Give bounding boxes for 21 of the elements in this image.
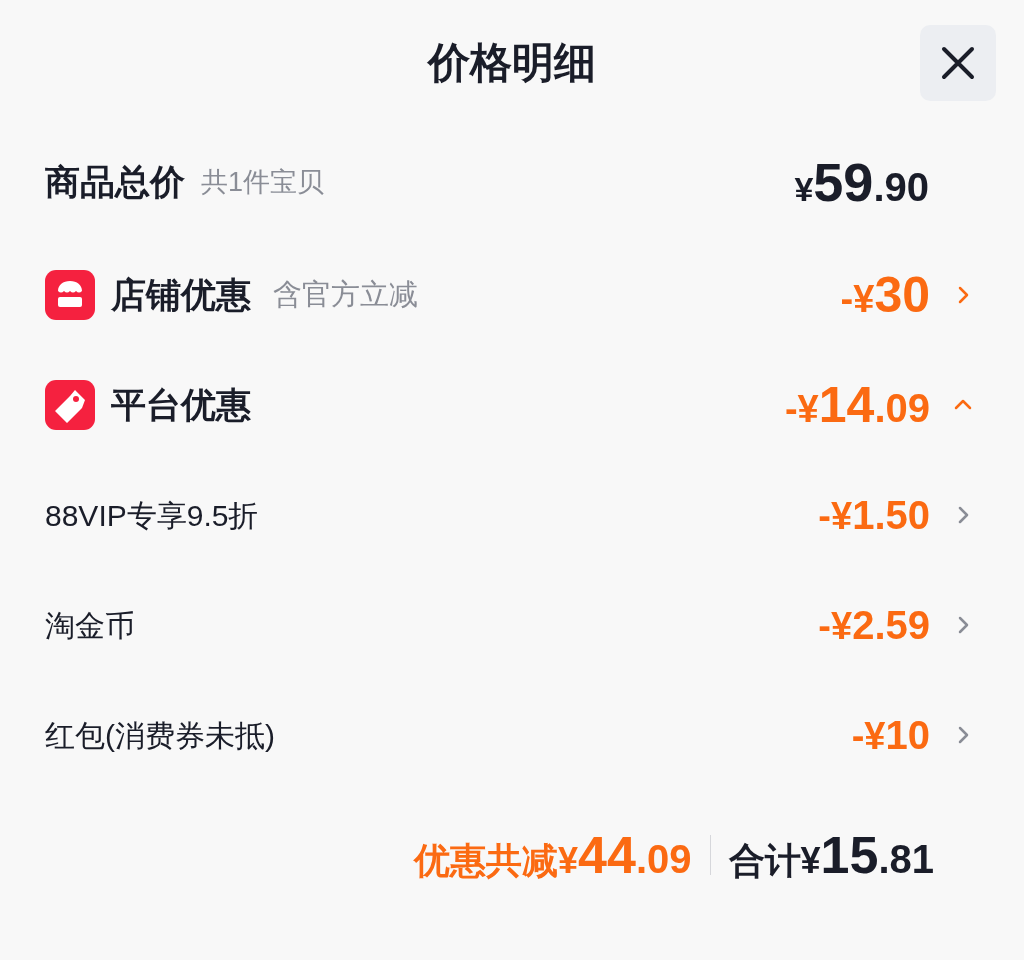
row-label: 淘金币 <box>45 607 135 644</box>
row-note: 共1件宝贝 <box>201 166 325 200</box>
row-label: 商品总价 <box>45 161 185 204</box>
price-value: -¥1.50 <box>818 492 930 539</box>
row-label: 平台优惠 <box>111 383 251 426</box>
price-value: ¥59.90 <box>794 151 929 214</box>
price-value: -¥10 <box>851 712 930 759</box>
tag-icon <box>45 380 95 430</box>
price-value: -¥2.59 <box>818 602 930 649</box>
price-value: -¥14.09 <box>784 375 930 435</box>
row-label: 店铺优惠 <box>111 273 251 316</box>
row-label: 88VIP专享9.5折 <box>45 497 259 534</box>
discount-total: 优惠共减¥44.09 <box>414 825 692 886</box>
price-value: -¥30 <box>840 265 930 325</box>
close-icon <box>941 46 975 80</box>
grand-total: 合计¥15.81 <box>728 825 934 886</box>
close-button[interactable] <box>920 25 996 101</box>
row-label: 红包(消费券未抵) <box>45 717 275 754</box>
dialog-title: 价格明细 <box>428 38 596 88</box>
shop-icon <box>45 270 95 320</box>
row-note: 含官方立减 <box>273 277 418 313</box>
